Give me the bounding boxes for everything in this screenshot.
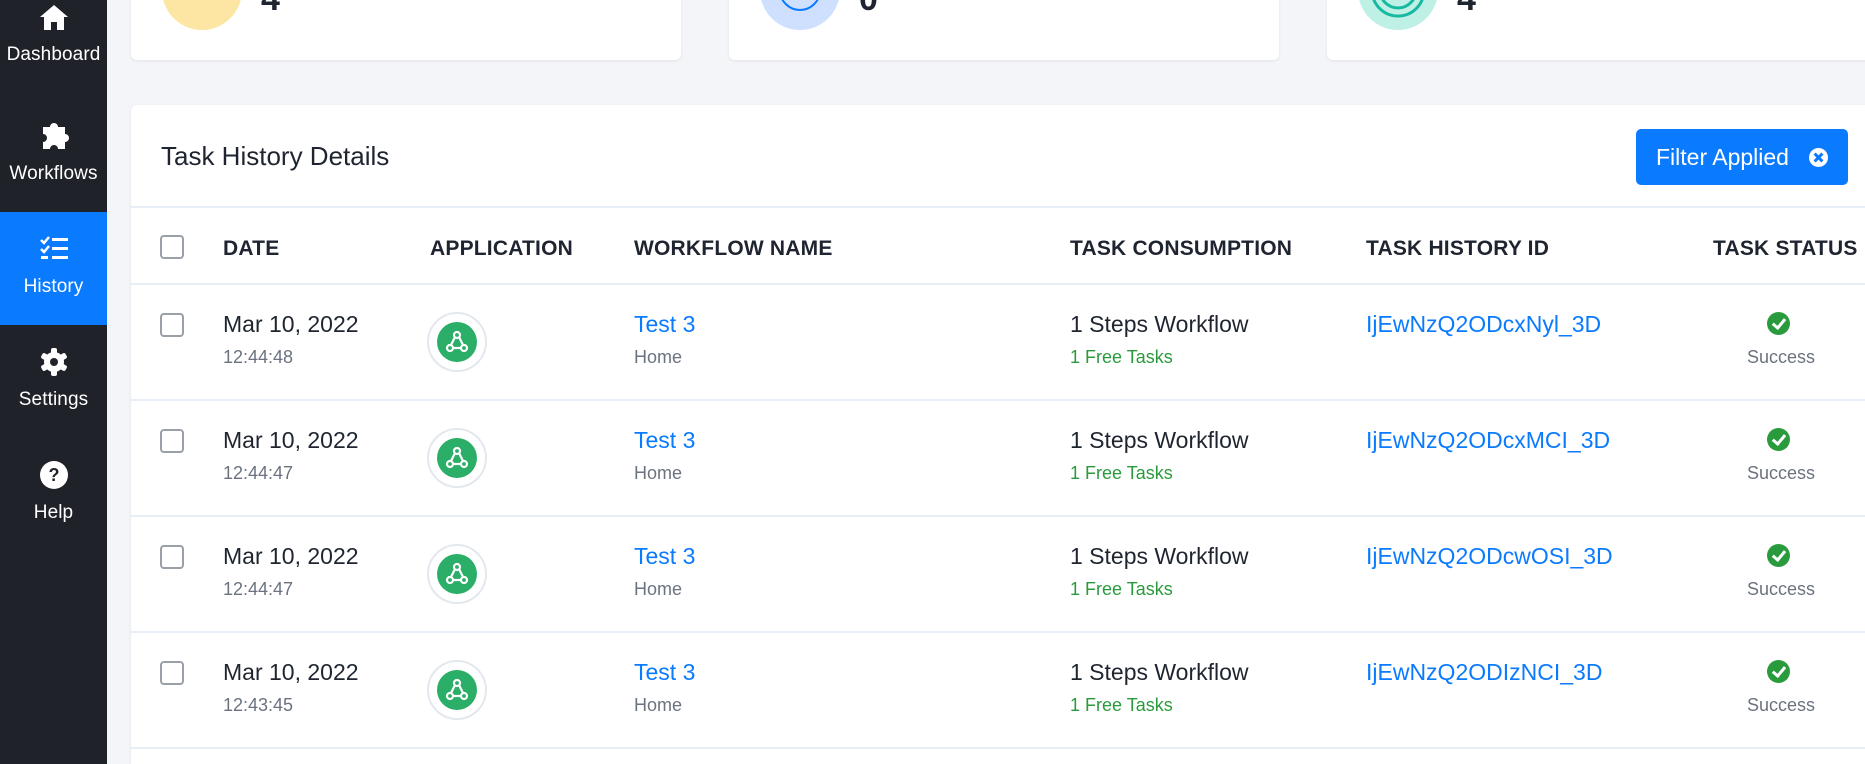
row-checkbox[interactable] bbox=[160, 313, 184, 337]
task-consumption: 1 Steps Workflow bbox=[1070, 659, 1249, 685]
workflow-name-link[interactable]: Test 3 bbox=[634, 543, 695, 570]
stat-value: 4 bbox=[1457, 0, 1476, 19]
sidebar: Dashboard Workflows History Settings ? H… bbox=[0, 0, 107, 764]
workflow-name-link[interactable]: Test 3 bbox=[634, 659, 695, 686]
clock-icon bbox=[760, 0, 840, 30]
stat-value: 0 bbox=[859, 0, 878, 19]
stat-card: 0 bbox=[729, 0, 1279, 60]
gear-icon bbox=[37, 345, 71, 379]
webhook-icon bbox=[437, 670, 477, 710]
task-history-id-link[interactable]: IjEwNzQ2ODIzNCI_3D bbox=[1366, 659, 1602, 686]
sidebar-item-help[interactable]: ? Help bbox=[0, 438, 107, 551]
webhook-icon bbox=[437, 322, 477, 362]
workflow-name-link[interactable]: Test 3 bbox=[634, 311, 695, 338]
workflow-name-link[interactable]: Test 3 bbox=[634, 427, 695, 454]
table-row[interactable]: Mar 10, 2022 12:44:47 Test 3 Home 1 Step… bbox=[131, 517, 1865, 633]
application-logo bbox=[427, 312, 487, 372]
status-label: Success bbox=[1747, 463, 1816, 483]
task-history-id-link[interactable]: IjEwNzQ2ODcxMCI_3D bbox=[1366, 427, 1610, 454]
application-logo bbox=[427, 544, 487, 604]
column-header-workflow-name[interactable]: WORKFLOW NAME bbox=[634, 237, 833, 261]
workflow-folder: Home bbox=[634, 347, 683, 367]
sidebar-item-settings[interactable]: Settings bbox=[0, 325, 107, 438]
workflow-folder: Home bbox=[634, 463, 683, 483]
filter-applied-button[interactable]: Filter Applied bbox=[1636, 129, 1848, 185]
free-tasks-label: 1 Free Tasks bbox=[1070, 463, 1173, 483]
table-header: DATE APPLICATION WORKFLOW NAME TASK CONS… bbox=[131, 206, 1865, 285]
application-logo bbox=[427, 428, 487, 488]
row-time: 12:44:47 bbox=[223, 463, 294, 483]
checklist-icon bbox=[37, 232, 71, 266]
stat-value: 4 bbox=[261, 0, 280, 19]
table-row[interactable]: Mar 10, 2022 12:43:45 Test 3 Home 1 Step… bbox=[131, 633, 1865, 749]
puzzle-icon bbox=[37, 119, 71, 153]
row-checkbox[interactable] bbox=[160, 429, 184, 453]
task-history-id-link[interactable]: IjEwNzQ2ODcxNyl_3D bbox=[1366, 311, 1601, 338]
table-row[interactable]: Mar 10, 2022 12:44:48 Test 3 Home 1 Step… bbox=[131, 285, 1865, 401]
sidebar-item-label: Workflows bbox=[9, 163, 98, 184]
task-history-id-link[interactable]: IjEwNzQ2ODcwOSI_3D bbox=[1366, 543, 1613, 570]
sidebar-item-dashboard[interactable]: Dashboard bbox=[0, 0, 107, 99]
row-time: 12:44:48 bbox=[223, 347, 294, 367]
sidebar-item-label: Help bbox=[33, 502, 74, 523]
free-tasks-label: 1 Free Tasks bbox=[1070, 579, 1173, 599]
column-header-task-consumption[interactable]: TASK CONSUMPTION bbox=[1070, 237, 1292, 261]
workflow-folder: Home bbox=[634, 695, 683, 715]
status-label: Success bbox=[1747, 347, 1816, 367]
column-header-task-status[interactable]: TASK STATUS bbox=[1713, 237, 1858, 261]
task-consumption: 1 Steps Workflow bbox=[1070, 311, 1249, 337]
task-history-panel: Task History Details Filter Applied DATE… bbox=[131, 105, 1865, 764]
row-time: 12:43:45 bbox=[223, 695, 294, 715]
column-header-task-history-id[interactable]: TASK HISTORY ID bbox=[1366, 237, 1549, 261]
check-circle-icon bbox=[1767, 660, 1790, 683]
gear-badge-icon bbox=[162, 0, 242, 30]
select-all-checkbox[interactable] bbox=[160, 235, 184, 259]
sidebar-item-label: History bbox=[23, 276, 84, 297]
free-tasks-label: 1 Free Tasks bbox=[1070, 347, 1173, 367]
row-date: Mar 10, 2022 bbox=[223, 427, 359, 453]
webhook-icon bbox=[437, 554, 477, 594]
application-logo bbox=[427, 660, 487, 720]
row-time: 12:44:47 bbox=[223, 579, 294, 599]
sidebar-item-label: Settings bbox=[18, 389, 89, 410]
filter-button-label: Filter Applied bbox=[1656, 143, 1789, 170]
task-consumption: 1 Steps Workflow bbox=[1070, 427, 1249, 453]
table-row[interactable]: Mar 10, 2022 12:44:47 Test 3 Home 1 Step… bbox=[131, 401, 1865, 517]
row-checkbox[interactable] bbox=[160, 661, 184, 685]
check-circle-icon bbox=[1767, 312, 1790, 335]
row-date: Mar 10, 2022 bbox=[223, 659, 359, 685]
svg-text:?: ? bbox=[48, 465, 59, 485]
check-circle-icon bbox=[1767, 428, 1790, 451]
sidebar-item-label: Dashboard bbox=[6, 44, 101, 65]
column-header-application[interactable]: APPLICATION bbox=[430, 237, 573, 261]
column-header-date[interactable]: DATE bbox=[223, 237, 279, 261]
status-label: Success bbox=[1747, 579, 1816, 599]
stat-card: 4 bbox=[131, 0, 681, 60]
check-circle-icon bbox=[1767, 544, 1790, 567]
status-label: Success bbox=[1747, 695, 1816, 715]
free-tasks-label: 1 Free Tasks bbox=[1070, 695, 1173, 715]
close-circle-icon[interactable] bbox=[1809, 148, 1828, 167]
row-checkbox[interactable] bbox=[160, 545, 184, 569]
panel-title: Task History Details bbox=[161, 141, 390, 171]
home-icon bbox=[37, 0, 71, 34]
stat-card: 4 bbox=[1327, 0, 1865, 60]
task-consumption: 1 Steps Workflow bbox=[1070, 543, 1249, 569]
sidebar-item-workflows[interactable]: Workflows bbox=[0, 99, 107, 212]
webhook-icon bbox=[437, 438, 477, 478]
help-icon: ? bbox=[37, 458, 71, 492]
workflow-folder: Home bbox=[634, 579, 683, 599]
row-date: Mar 10, 2022 bbox=[223, 311, 359, 337]
sidebar-item-history[interactable]: History bbox=[0, 212, 107, 325]
target-icon bbox=[1358, 0, 1438, 30]
row-date: Mar 10, 2022 bbox=[223, 543, 359, 569]
